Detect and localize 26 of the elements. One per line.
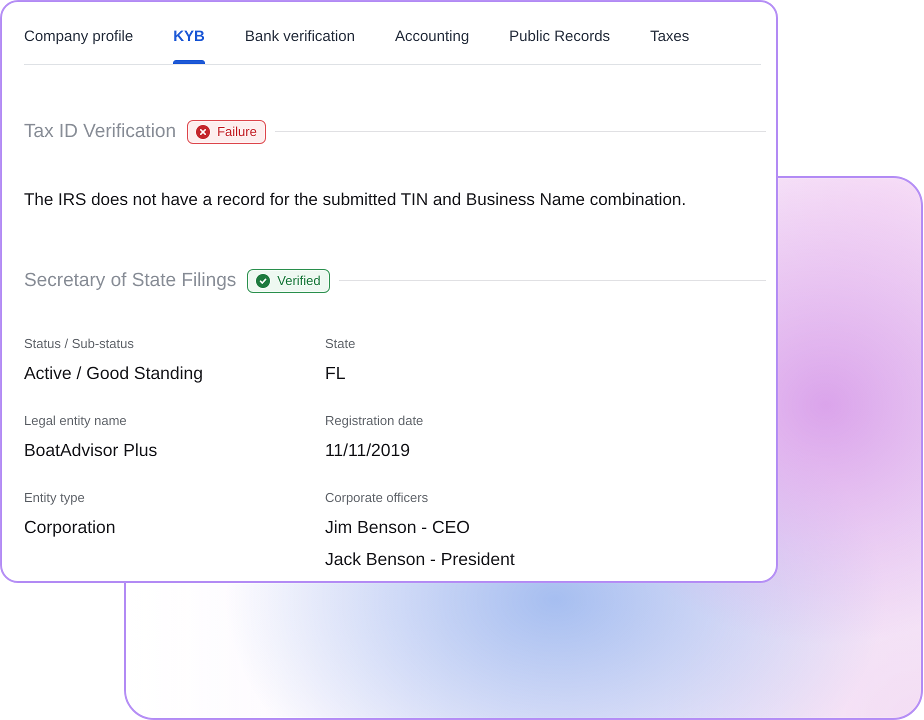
error-icon — [196, 124, 210, 138]
tab[interactable]: Bank verification — [244, 26, 355, 64]
field-label: Entity type — [24, 489, 86, 507]
status-label: Failure — [217, 124, 257, 140]
tab[interactable]: Taxes — [650, 26, 690, 64]
field-value: 11/11/2019 — [325, 439, 411, 462]
field-value: FL — [325, 362, 346, 385]
field-label: Corporate officers — [325, 489, 430, 507]
field-label: Legal entity name — [24, 412, 128, 430]
field-value: BoatAdvisor Plus — [24, 439, 158, 462]
tab[interactable]: Accounting — [394, 26, 470, 64]
tab[interactable]: KYB — [173, 26, 205, 64]
field-value: Jack Benson - President — [325, 548, 516, 571]
field-value: Corporation — [24, 516, 116, 539]
status-label: Verified — [277, 272, 321, 288]
tab[interactable]: Company profile — [24, 26, 134, 64]
field-value: Jim Benson - CEO — [325, 516, 471, 539]
message-text: The IRS does not have a record for the submitted TIN and Business Name combination. — [24, 189, 688, 211]
field-label: Registration date — [325, 412, 424, 430]
field-label: State — [325, 335, 356, 353]
section-title: Secretary of State Filings — [24, 270, 236, 292]
field-value: Active / Good Standing — [24, 362, 204, 385]
tab[interactable]: Public Records — [509, 26, 610, 64]
check-circle-icon — [256, 274, 270, 288]
field-label: Status / Sub-status — [24, 335, 135, 353]
section-title: Tax ID Verification — [24, 120, 176, 142]
